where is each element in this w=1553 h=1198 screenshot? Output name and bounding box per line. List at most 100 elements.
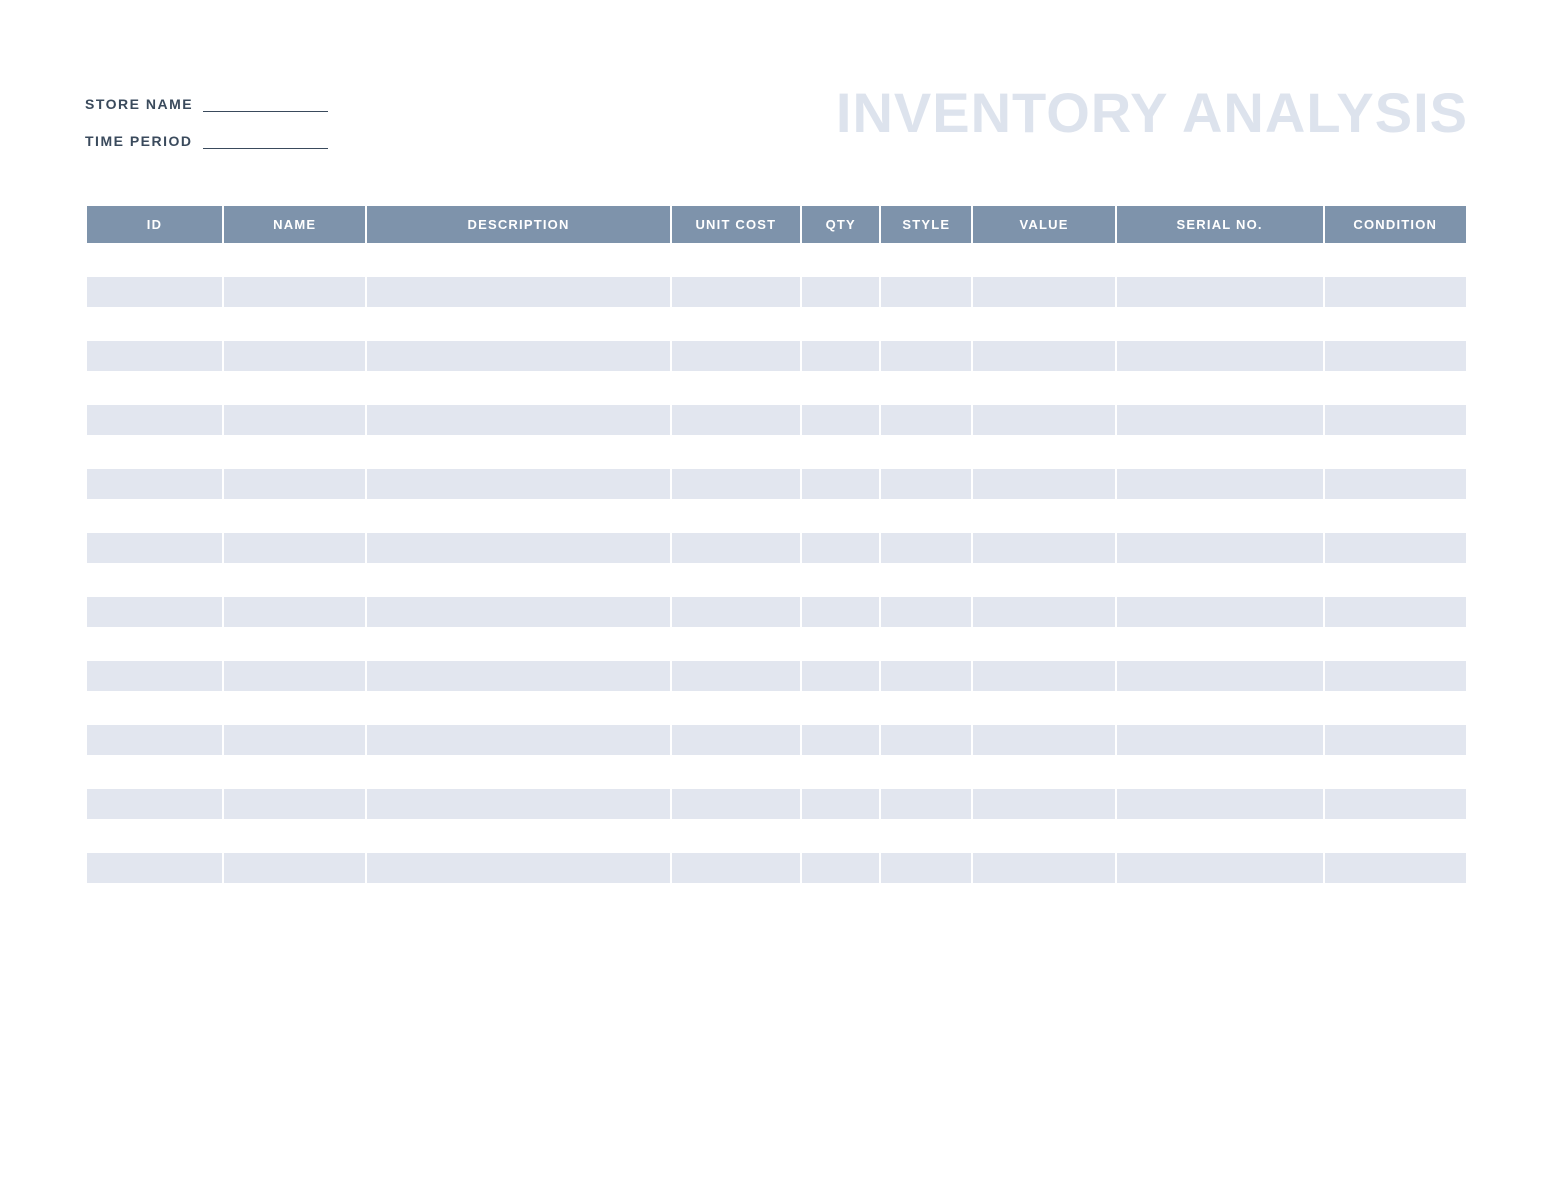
cell-description[interactable] bbox=[367, 853, 669, 883]
cell-condition[interactable] bbox=[1325, 693, 1467, 723]
cell-condition[interactable] bbox=[1325, 277, 1467, 307]
cell-unit_cost[interactable] bbox=[672, 437, 801, 467]
cell-value[interactable] bbox=[973, 533, 1114, 563]
cell-description[interactable] bbox=[367, 565, 669, 595]
cell-description[interactable] bbox=[367, 245, 669, 275]
cell-condition[interactable] bbox=[1325, 405, 1467, 435]
cell-name[interactable] bbox=[224, 373, 365, 403]
cell-qty[interactable] bbox=[802, 757, 879, 787]
cell-unit_cost[interactable] bbox=[672, 405, 801, 435]
cell-condition[interactable] bbox=[1325, 565, 1467, 595]
cell-serial_no[interactable] bbox=[1117, 661, 1323, 691]
cell-serial_no[interactable] bbox=[1117, 277, 1323, 307]
cell-condition[interactable] bbox=[1325, 661, 1467, 691]
cell-serial_no[interactable] bbox=[1117, 821, 1323, 851]
cell-serial_no[interactable] bbox=[1117, 533, 1323, 563]
cell-qty[interactable] bbox=[802, 821, 879, 851]
cell-unit_cost[interactable] bbox=[672, 533, 801, 563]
cell-style[interactable] bbox=[881, 757, 971, 787]
cell-description[interactable] bbox=[367, 405, 669, 435]
cell-style[interactable] bbox=[881, 469, 971, 499]
cell-name[interactable] bbox=[224, 629, 365, 659]
cell-qty[interactable] bbox=[802, 245, 879, 275]
cell-serial_no[interactable] bbox=[1117, 501, 1323, 531]
cell-name[interactable] bbox=[224, 821, 365, 851]
cell-id[interactable] bbox=[87, 565, 222, 595]
cell-serial_no[interactable] bbox=[1117, 789, 1323, 819]
cell-qty[interactable] bbox=[802, 693, 879, 723]
cell-condition[interactable] bbox=[1325, 437, 1467, 467]
cell-qty[interactable] bbox=[802, 277, 879, 307]
cell-description[interactable] bbox=[367, 789, 669, 819]
cell-serial_no[interactable] bbox=[1117, 341, 1323, 371]
cell-condition[interactable] bbox=[1325, 789, 1467, 819]
cell-value[interactable] bbox=[973, 725, 1114, 755]
cell-value[interactable] bbox=[973, 629, 1114, 659]
cell-name[interactable] bbox=[224, 533, 365, 563]
cell-qty[interactable] bbox=[802, 405, 879, 435]
cell-id[interactable] bbox=[87, 661, 222, 691]
cell-qty[interactable] bbox=[802, 309, 879, 339]
cell-serial_no[interactable] bbox=[1117, 693, 1323, 723]
cell-style[interactable] bbox=[881, 821, 971, 851]
cell-description[interactable] bbox=[367, 725, 669, 755]
cell-qty[interactable] bbox=[802, 853, 879, 883]
cell-id[interactable] bbox=[87, 309, 222, 339]
cell-value[interactable] bbox=[973, 437, 1114, 467]
cell-condition[interactable] bbox=[1325, 245, 1467, 275]
cell-name[interactable] bbox=[224, 309, 365, 339]
cell-style[interactable] bbox=[881, 565, 971, 595]
cell-unit_cost[interactable] bbox=[672, 469, 801, 499]
cell-id[interactable] bbox=[87, 501, 222, 531]
cell-name[interactable] bbox=[224, 341, 365, 371]
cell-unit_cost[interactable] bbox=[672, 693, 801, 723]
cell-value[interactable] bbox=[973, 693, 1114, 723]
cell-serial_no[interactable] bbox=[1117, 629, 1323, 659]
cell-condition[interactable] bbox=[1325, 309, 1467, 339]
cell-id[interactable] bbox=[87, 693, 222, 723]
cell-id[interactable] bbox=[87, 405, 222, 435]
cell-id[interactable] bbox=[87, 533, 222, 563]
cell-qty[interactable] bbox=[802, 501, 879, 531]
cell-condition[interactable] bbox=[1325, 725, 1467, 755]
cell-qty[interactable] bbox=[802, 373, 879, 403]
cell-serial_no[interactable] bbox=[1117, 597, 1323, 627]
cell-style[interactable] bbox=[881, 245, 971, 275]
cell-style[interactable] bbox=[881, 853, 971, 883]
cell-name[interactable] bbox=[224, 757, 365, 787]
cell-name[interactable] bbox=[224, 405, 365, 435]
cell-style[interactable] bbox=[881, 629, 971, 659]
cell-style[interactable] bbox=[881, 789, 971, 819]
cell-serial_no[interactable] bbox=[1117, 309, 1323, 339]
cell-qty[interactable] bbox=[802, 533, 879, 563]
cell-unit_cost[interactable] bbox=[672, 725, 801, 755]
cell-value[interactable] bbox=[973, 373, 1114, 403]
cell-style[interactable] bbox=[881, 437, 971, 467]
cell-serial_no[interactable] bbox=[1117, 245, 1323, 275]
cell-style[interactable] bbox=[881, 661, 971, 691]
cell-serial_no[interactable] bbox=[1117, 405, 1323, 435]
cell-description[interactable] bbox=[367, 469, 669, 499]
cell-name[interactable] bbox=[224, 725, 365, 755]
cell-name[interactable] bbox=[224, 277, 365, 307]
cell-condition[interactable] bbox=[1325, 853, 1467, 883]
cell-unit_cost[interactable] bbox=[672, 661, 801, 691]
cell-value[interactable] bbox=[973, 501, 1114, 531]
cell-condition[interactable] bbox=[1325, 533, 1467, 563]
cell-qty[interactable] bbox=[802, 597, 879, 627]
cell-condition[interactable] bbox=[1325, 821, 1467, 851]
cell-serial_no[interactable] bbox=[1117, 853, 1323, 883]
cell-qty[interactable] bbox=[802, 789, 879, 819]
cell-id[interactable] bbox=[87, 245, 222, 275]
cell-value[interactable] bbox=[973, 757, 1114, 787]
cell-style[interactable] bbox=[881, 693, 971, 723]
cell-condition[interactable] bbox=[1325, 341, 1467, 371]
cell-description[interactable] bbox=[367, 501, 669, 531]
cell-qty[interactable] bbox=[802, 629, 879, 659]
cell-id[interactable] bbox=[87, 821, 222, 851]
cell-serial_no[interactable] bbox=[1117, 373, 1323, 403]
cell-description[interactable] bbox=[367, 277, 669, 307]
cell-style[interactable] bbox=[881, 725, 971, 755]
cell-id[interactable] bbox=[87, 629, 222, 659]
cell-value[interactable] bbox=[973, 405, 1114, 435]
